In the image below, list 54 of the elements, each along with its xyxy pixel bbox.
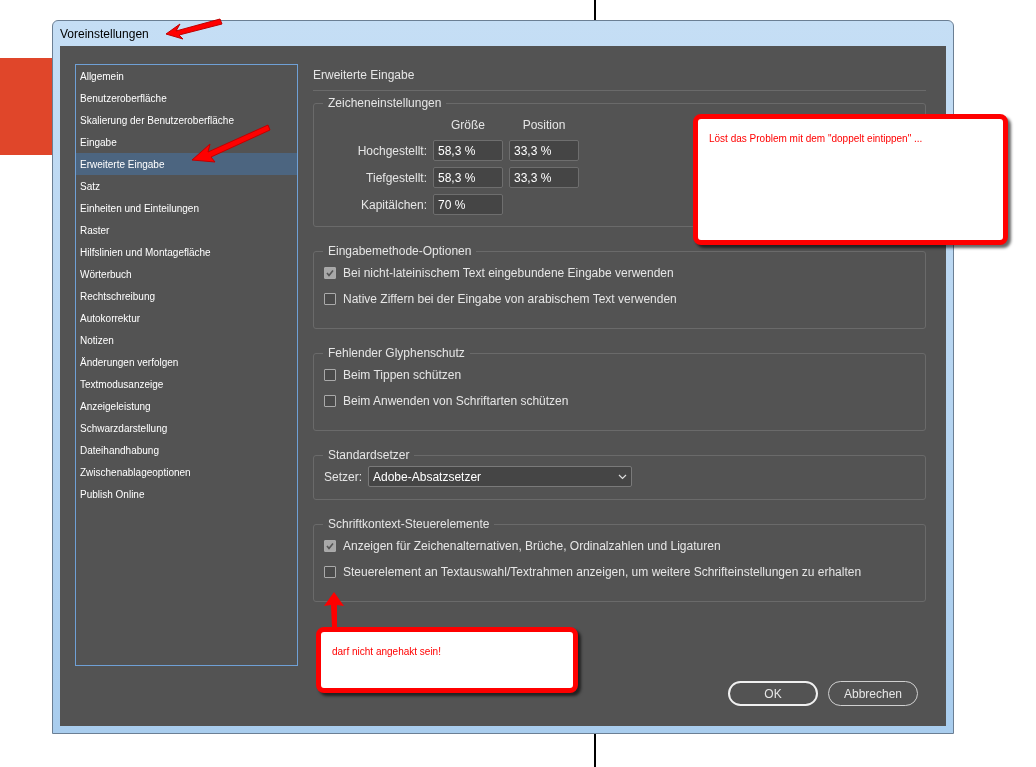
group-title: Fehlender Glyphenschutz (323, 345, 470, 361)
sidebar-item[interactable]: Rechtschreibung (76, 285, 297, 307)
sidebar-item[interactable]: Zwischenablageoptionen (76, 461, 297, 483)
sidebar-item[interactable]: Raster (76, 219, 297, 241)
sidebar-item[interactable]: Textmodusanzeige (76, 373, 297, 395)
checkbox-label: Steuerelement an Textauswahl/Textrahmen anzeigen, um weitere Schrifteinstellungen zu erhalten (343, 564, 862, 581)
sidebar-item[interactable]: Anzeigeleistung (76, 395, 297, 417)
field-label: Tiefgestellt: (365, 169, 427, 187)
checkbox[interactable] (324, 395, 336, 407)
checkbox[interactable] (324, 293, 336, 305)
callout-note: Löst das Problem mit dem "doppelt eintippen" ... (693, 114, 1008, 245)
sidebar-item[interactable]: Einheiten und Einteilungen (76, 197, 297, 219)
sidebar-item[interactable]: Erweiterte Eingabe (76, 153, 297, 175)
dropdown[interactable]: Adobe-Absatzsetzer (368, 466, 632, 487)
checkbox[interactable] (324, 566, 336, 578)
sidebar-item[interactable]: Satz (76, 175, 297, 197)
checkbox[interactable] (324, 369, 336, 381)
checkbox-label: Bei nicht-lateinischem Text eingebundene Eingabe verwenden (343, 265, 674, 282)
callout-note: darf nicht angehakt sein! (316, 627, 578, 693)
sidebar-item[interactable]: Autokorrektur (76, 307, 297, 329)
field-label: Setzer: (324, 468, 362, 486)
checkbox-label: Beim Anwenden von Schriftarten schützen (343, 393, 569, 410)
input-field[interactable]: 58,3 % (433, 167, 503, 188)
sidebar-item[interactable]: Dateihandhabung (76, 439, 297, 461)
checkbox-label: Native Ziffern bei der Eingabe von arabischem Text verwenden (343, 291, 677, 308)
input-field[interactable]: 70 % (433, 194, 503, 215)
input-field[interactable]: 33,3 % (509, 167, 579, 188)
sidebar-item[interactable]: Allgemein (76, 65, 297, 87)
sidebar-item[interactable]: Eingabe (76, 131, 297, 153)
sidebar-item[interactable]: Notizen (76, 329, 297, 351)
panel-title: Erweiterte Eingabe (313, 66, 926, 91)
field-label: Kapitälchen: (359, 196, 427, 214)
group-title: Zeicheneinstellungen (323, 95, 447, 111)
chevron-down-icon (618, 473, 627, 480)
sidebar-item[interactable]: Änderungen verfolgen (76, 351, 297, 373)
checkbox[interactable] (324, 540, 336, 552)
field-label: Hochgestellt: (356, 142, 427, 160)
input-field[interactable]: 33,3 % (509, 140, 579, 161)
dialog-button[interactable]: OK (728, 681, 818, 706)
checkbox-label: Beim Tippen schützen (343, 367, 462, 384)
sidebar-item[interactable]: Publish Online (76, 483, 297, 505)
group-title: Eingabemethode-Optionen (323, 243, 477, 259)
column-header: Größe (450, 117, 486, 134)
input-field[interactable]: 58,3 % (433, 140, 503, 161)
sidebar-item[interactable]: Skalierung der Benutzeroberfläche (76, 109, 297, 131)
checkbox[interactable] (324, 267, 336, 279)
window-title: Voreinstellungen (60, 25, 149, 43)
arrow-icon (322, 590, 346, 630)
column-header: Position (521, 117, 567, 134)
sidebar-item[interactable]: Schwarzdarstellung (76, 417, 297, 439)
checkbox-label: Anzeigen für Zeichenalternativen, Brüche, Ordinalzahlen und Ligaturen (343, 538, 721, 555)
sidebar-item[interactable]: Benutzeroberfläche (76, 87, 297, 109)
sidebar-item[interactable]: Hilfslinien und Montagefläche (76, 241, 297, 263)
sidebar-item[interactable]: Wörterbuch (76, 263, 297, 285)
